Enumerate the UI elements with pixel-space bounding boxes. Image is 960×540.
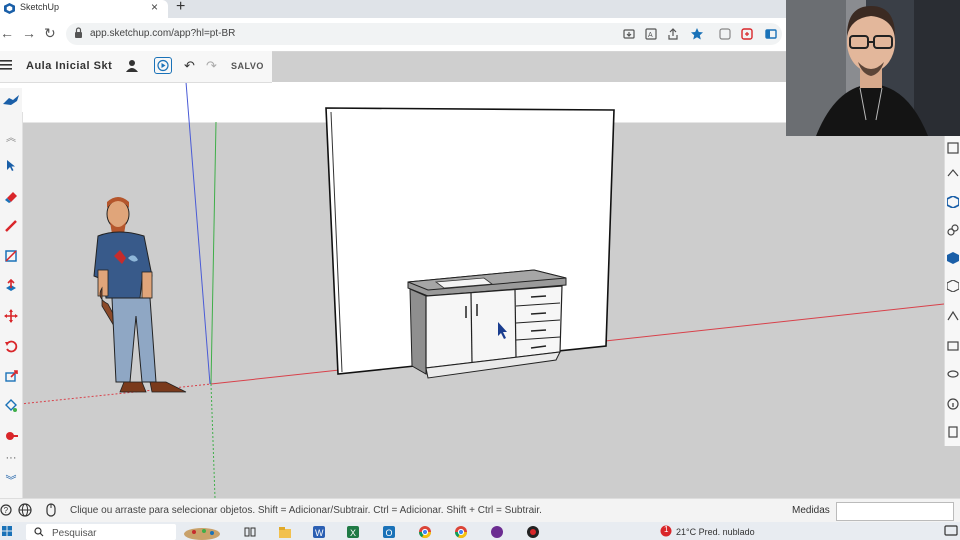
recorder-icon[interactable] xyxy=(526,525,540,539)
app-icon[interactable] xyxy=(490,525,504,539)
outlook-icon[interactable]: O xyxy=(382,525,396,539)
hand-pan-icon xyxy=(3,95,19,105)
info-icon[interactable] xyxy=(947,398,959,410)
notifications-icon[interactable] xyxy=(944,525,958,537)
install-app-icon[interactable] xyxy=(622,27,636,41)
document-title[interactable]: Aula Inicial Skt xyxy=(26,60,112,72)
instructor-icon[interactable] xyxy=(947,310,959,322)
3d-scene xyxy=(19,82,945,498)
scale-icon[interactable] xyxy=(1,366,21,386)
new-tab-button[interactable]: + xyxy=(176,0,185,16)
search-icon xyxy=(34,527,44,537)
measurements-label: Medidas xyxy=(792,505,830,516)
translate-icon[interactable]: A xyxy=(644,27,658,41)
paint-bucket-icon[interactable] xyxy=(1,396,21,416)
rotate-icon[interactable] xyxy=(1,336,21,356)
task-view-icon[interactable] xyxy=(244,526,256,538)
move-icon[interactable] xyxy=(1,306,21,326)
extension-red-icon[interactable] xyxy=(740,27,754,41)
chrome-profile-icon[interactable] xyxy=(454,525,468,539)
user-icon[interactable] xyxy=(126,59,138,73)
excel-icon[interactable]: X xyxy=(346,525,360,539)
chrome-icon[interactable] xyxy=(418,525,432,539)
globe-icon[interactable] xyxy=(18,503,32,517)
presenter-video xyxy=(786,0,960,136)
sink-cabinet[interactable] xyxy=(407,269,567,379)
tab-close-icon[interactable]: × xyxy=(151,0,158,14)
display-icon[interactable] xyxy=(947,340,959,352)
browser-tab-strip: SketchUp × + xyxy=(0,0,786,18)
webcam-overlay xyxy=(786,0,960,136)
taskbar-search[interactable]: Pesquisar xyxy=(26,524,176,540)
tab-title: SketchUp xyxy=(20,2,60,12)
status-hint: Clique ou arraste para selecionar objeto… xyxy=(70,505,542,516)
pencil-icon[interactable] xyxy=(1,216,21,236)
green-axis xyxy=(210,121,217,385)
models-icon[interactable] xyxy=(947,426,959,438)
shadows-icon[interactable] xyxy=(947,368,959,380)
red-axis-negative xyxy=(19,383,212,405)
push-pull-icon[interactable] xyxy=(1,276,21,296)
scenes-icon[interactable] xyxy=(947,252,959,264)
svg-text:A: A xyxy=(648,32,653,39)
green-axis-negative xyxy=(210,383,216,498)
windows-start-icon[interactable] xyxy=(2,526,12,536)
os-taskbar: Pesquisar W X O 1 21°C Pred. nublado xyxy=(0,522,960,540)
search-highlight-icon xyxy=(184,528,220,540)
browser-toolbar: ← → ↻ app.sketchup.com/app?hl=pt-BR A xyxy=(0,18,786,52)
file-explorer-icon[interactable] xyxy=(278,525,292,539)
bookmark-star-icon[interactable] xyxy=(690,27,704,41)
rectangle-icon[interactable] xyxy=(1,246,21,266)
save-status: SALVO xyxy=(231,61,264,71)
notification-count: 1 xyxy=(664,525,669,534)
svg-text:?: ? xyxy=(4,506,9,515)
app-header: Aula Inicial Skt ↶ ↷ SALVO xyxy=(0,51,272,83)
extension-icon[interactable] xyxy=(718,27,732,41)
present-mode-icon[interactable] xyxy=(154,57,172,74)
forward-icon[interactable]: → xyxy=(22,25,36,41)
lock-icon xyxy=(75,27,82,38)
reload-icon[interactable]: ↻ xyxy=(44,25,56,42)
measurements-input[interactable] xyxy=(836,502,954,521)
sketchup-favicon-icon xyxy=(4,3,15,14)
browser-tab[interactable]: SketchUp × xyxy=(0,0,168,18)
hamburger-menu-icon[interactable] xyxy=(0,60,12,70)
more-icon[interactable]: ··· xyxy=(1,448,21,468)
outliner-icon[interactable] xyxy=(947,280,959,292)
word-icon[interactable]: W xyxy=(312,525,326,539)
select-icon[interactable] xyxy=(1,156,21,176)
left-toolbar: ︽ ··· ︾ xyxy=(0,112,23,498)
tape-measure-icon[interactable] xyxy=(1,426,21,446)
search-placeholder: Pesquisar xyxy=(52,528,97,539)
share-icon[interactable] xyxy=(666,27,680,41)
redo-icon[interactable]: ↷ xyxy=(206,58,217,74)
url-text: app.sketchup.com/app?hl=pt-BR xyxy=(90,28,236,39)
layers-icon[interactable] xyxy=(947,224,959,236)
undo-icon[interactable]: ↶ xyxy=(184,58,195,74)
materials-icon[interactable] xyxy=(947,168,959,180)
blue-axis xyxy=(185,82,211,385)
model-viewport[interactable] xyxy=(0,82,960,498)
right-panel-toolbar xyxy=(944,134,960,446)
url-bar[interactable]: app.sketchup.com/app?hl=pt-BR A xyxy=(66,23,782,45)
help-icon[interactable]: ? xyxy=(0,504,12,516)
status-bar: ? Clique ou arraste para selecionar obje… xyxy=(0,498,960,523)
components-icon[interactable] xyxy=(947,142,959,154)
svg-text:X: X xyxy=(350,528,356,538)
svg-text:W: W xyxy=(315,528,324,538)
back-icon[interactable]: ← xyxy=(0,25,14,41)
scale-figure[interactable] xyxy=(93,197,187,393)
tray-toggle[interactable] xyxy=(0,88,22,112)
collapse-up-icon[interactable]: ︽ xyxy=(1,126,21,146)
extension-blue-icon[interactable] xyxy=(764,27,778,41)
styles-icon[interactable] xyxy=(947,196,959,208)
eraser-icon[interactable] xyxy=(1,186,21,206)
expand-down-icon[interactable]: ︾ xyxy=(1,470,21,490)
svg-text:O: O xyxy=(386,528,393,538)
mouse-icon xyxy=(46,503,56,517)
weather-widget[interactable]: 21°C Pred. nublado xyxy=(676,527,755,537)
